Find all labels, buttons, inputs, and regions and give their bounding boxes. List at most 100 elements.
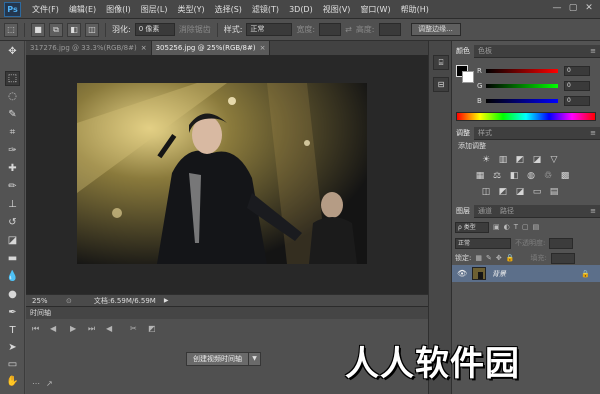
filter-shape-icon[interactable]: ▢ — [522, 223, 529, 231]
pen-tool-icon[interactable]: ✒ — [5, 305, 20, 320]
history-brush-tool-icon[interactable]: ↺ — [5, 215, 20, 230]
new-selection-icon[interactable]: ■ — [31, 22, 45, 37]
red-value[interactable]: 0 — [564, 66, 590, 76]
menu-view[interactable]: 视图(V) — [318, 4, 356, 15]
panel-menu-icon[interactable]: ≡ — [590, 205, 596, 218]
eraser-tool-icon[interactable]: ◪ — [5, 233, 20, 248]
history-panel-icon[interactable]: ⌸ — [433, 55, 449, 70]
style-select[interactable]: 正常 — [246, 23, 293, 36]
green-slider[interactable]: G 0 — [477, 81, 598, 91]
width-input[interactable] — [319, 23, 342, 36]
prev-frame-icon[interactable]: ◀ — [50, 324, 56, 333]
tab-document-2[interactable]: 305256.jpg @ 25%(RGB/8#) × — [151, 41, 271, 55]
close-icon[interactable]: × — [260, 41, 266, 55]
lock-move-icon[interactable]: ✥ — [496, 254, 502, 262]
brightness-icon[interactable]: ☀ — [480, 154, 492, 166]
tab-document-1[interactable]: 317276.jpg @ 33.3%(RGB/8#) × — [26, 41, 152, 55]
status-info-icon[interactable]: ⊙ — [66, 297, 72, 305]
lock-pixels-icon[interactable]: ▦ — [475, 254, 482, 262]
move-tool-icon[interactable]: ✥ — [5, 44, 20, 59]
eyedropper-tool-icon[interactable]: ✑ — [5, 143, 20, 158]
vibrance-icon[interactable]: ▽ — [548, 154, 560, 166]
panel-menu-icon[interactable]: ≡ — [590, 45, 596, 58]
close-button[interactable]: ✕ — [582, 2, 596, 14]
hue-saturation-icon[interactable]: ▦ — [474, 170, 486, 182]
selective-color-icon[interactable]: ▤ — [548, 186, 560, 198]
color-lookup-icon[interactable]: ▩ — [559, 170, 571, 182]
filter-smart-icon[interactable]: ▤ — [533, 223, 540, 231]
lasso-tool-icon[interactable]: ◌ — [5, 89, 20, 104]
healing-brush-tool-icon[interactable]: ✚ — [5, 161, 20, 176]
gradient-map-icon[interactable]: ▭ — [531, 186, 543, 198]
menu-edit[interactable]: 编辑(E) — [64, 4, 101, 15]
black-white-icon[interactable]: ◧ — [508, 170, 520, 182]
audio-icon[interactable]: ◀ — [106, 324, 112, 333]
lock-paint-icon[interactable]: ✎ — [486, 254, 492, 262]
menu-window[interactable]: 窗口(W) — [355, 4, 395, 15]
menu-image[interactable]: 图像(I) — [101, 4, 136, 15]
first-frame-icon[interactable]: ⏮ — [32, 324, 39, 334]
subtract-selection-icon[interactable]: ◧ — [67, 22, 81, 37]
add-selection-icon[interactable]: ⧉ — [49, 22, 63, 37]
blur-tool-icon[interactable]: 💧 — [5, 269, 20, 284]
marquee-preset-icon[interactable]: ⬚ — [4, 22, 18, 37]
blue-value[interactable]: 0 — [564, 96, 590, 106]
threshold-icon[interactable]: ◪ — [514, 186, 526, 198]
green-track[interactable] — [486, 84, 558, 88]
green-value[interactable]: 0 — [564, 81, 590, 91]
opacity-input[interactable] — [549, 237, 574, 249]
dodge-tool-icon[interactable]: ● — [5, 287, 20, 302]
intersect-selection-icon[interactable]: ◫ — [85, 22, 99, 37]
properties-panel-icon[interactable]: ⊟ — [433, 77, 449, 92]
type-tool-icon[interactable]: T — [5, 323, 20, 338]
background-color-swatch[interactable] — [462, 71, 474, 83]
fill-input[interactable] — [550, 252, 575, 264]
transition-icon[interactable]: ◩ — [148, 324, 156, 333]
panel-menu-icon[interactable]: ≡ — [590, 127, 596, 140]
refine-edge-button[interactable]: 调整边缘... — [410, 23, 461, 36]
next-frame-icon[interactable]: ⏭ — [88, 324, 95, 334]
menu-file[interactable]: 文件(F) — [27, 4, 64, 15]
hand-tool-icon[interactable]: ✋ — [5, 374, 20, 389]
filter-pixel-icon[interactable]: ▣ — [493, 223, 500, 231]
filter-type-icon[interactable]: T — [514, 223, 518, 231]
render-icon[interactable]: ↗ — [46, 379, 53, 388]
antialias-checkbox[interactable]: 消除锯齿 — [179, 24, 211, 35]
zoom-level[interactable]: 25% — [32, 297, 60, 305]
maximize-button[interactable]: ▢ — [566, 2, 580, 14]
layer-name[interactable]: 背景 — [492, 269, 506, 279]
menu-3d[interactable]: 3D(D) — [284, 5, 318, 14]
levels-icon[interactable]: ▥ — [497, 154, 509, 166]
status-menu-icon[interactable]: ▶ — [164, 297, 169, 304]
red-track[interactable] — [486, 69, 558, 73]
brush-tool-icon[interactable]: ✏ — [5, 179, 20, 194]
path-select-tool-icon[interactable]: ➤ — [5, 340, 20, 355]
curves-icon[interactable]: ◩ — [514, 154, 526, 166]
clone-stamp-tool-icon[interactable]: ⊥ — [5, 197, 20, 212]
split-scissors-icon[interactable]: ✂ — [130, 324, 137, 333]
color-spectrum-bar[interactable] — [456, 112, 596, 121]
feather-input[interactable]: 0 像素 — [134, 23, 175, 36]
tab-paths[interactable]: 路径 — [496, 205, 518, 218]
crop-tool-icon[interactable]: ⌗ — [5, 125, 20, 140]
gradient-tool-icon[interactable]: ▬ — [5, 251, 20, 266]
invert-icon[interactable]: ◫ — [480, 186, 492, 198]
document-canvas[interactable] — [26, 55, 428, 294]
quick-select-tool-icon[interactable]: ✎ — [5, 107, 20, 122]
tab-adjustments[interactable]: 调整 — [452, 126, 474, 140]
layer-kind-filter[interactable]: ρ 类型 — [455, 221, 489, 233]
blue-slider[interactable]: B 0 — [477, 96, 598, 106]
rect-marquee-tool-icon[interactable]: ⬚ — [5, 71, 20, 86]
swap-icon[interactable]: ⇄ — [345, 25, 352, 34]
filter-adjust-icon[interactable]: ◐ — [504, 223, 510, 231]
close-icon[interactable]: × — [141, 41, 147, 55]
chevron-down-icon[interactable]: ▼ — [249, 352, 261, 366]
shape-tool-icon[interactable]: ▭ — [5, 357, 20, 372]
tab-layers[interactable]: 图层 — [452, 204, 474, 218]
tab-styles[interactable]: 样式 — [474, 127, 496, 140]
menu-select[interactable]: 选择(S) — [210, 4, 247, 15]
color-balance-icon[interactable]: ⚖ — [491, 170, 503, 182]
document-image[interactable] — [77, 83, 367, 264]
menu-filter[interactable]: 滤镜(T) — [247, 4, 284, 15]
play-icon[interactable]: ▶ — [70, 324, 76, 333]
